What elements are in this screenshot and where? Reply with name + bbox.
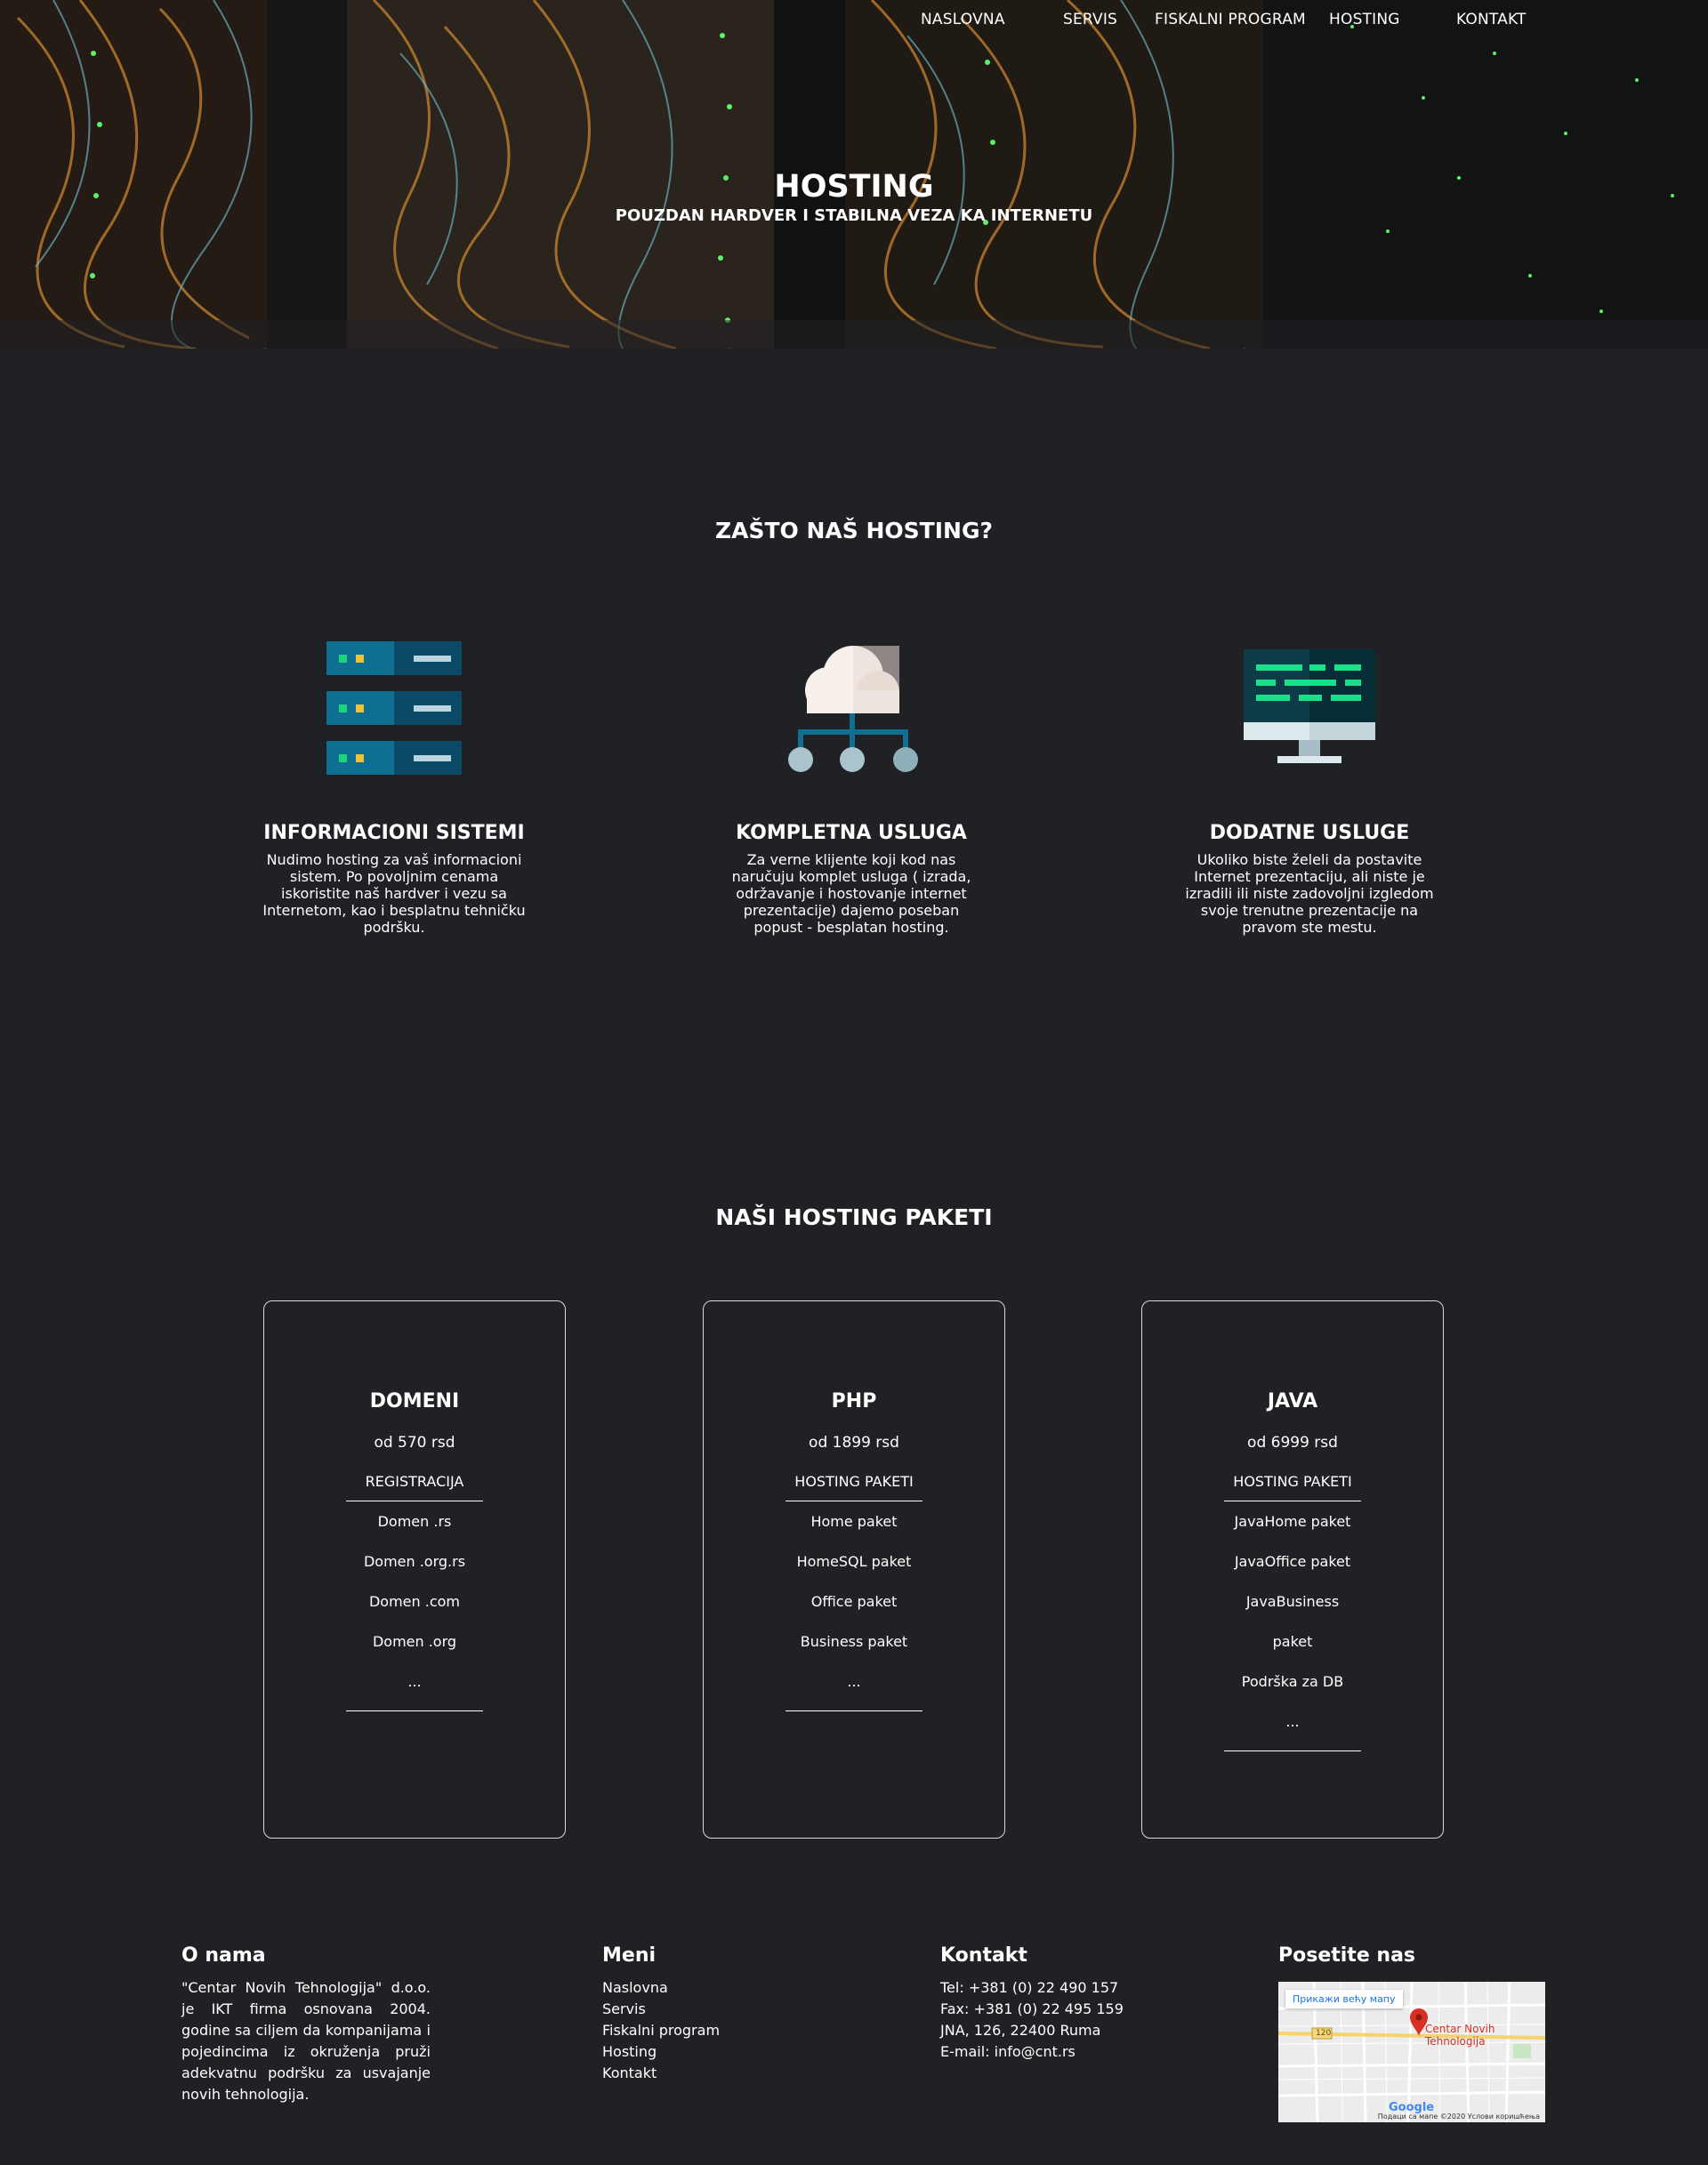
server-rack-icon <box>326 641 462 775</box>
feature-title: KOMPLETNA USLUGA <box>736 822 967 844</box>
list-item: Domen .rs <box>377 1513 452 1530</box>
map-road-number: 120 <box>1316 2029 1332 2038</box>
package-category: REGISTRACIJA <box>346 1473 483 1501</box>
footer-link-fiskalni-program[interactable]: Fiskalni program <box>602 2020 720 2041</box>
footer-visit: Posetite nas <box>1278 1944 1415 1977</box>
nav-link-servis[interactable]: SERVIS <box>1063 11 1117 28</box>
footer-about-text: "Centar Novih Tehnologija" d.o.o. je IKT… <box>181 1979 431 2103</box>
map-larger-button[interactable]: Прикажи већу мапу <box>1285 1990 1403 2008</box>
feature-text: Ukoliko biste želeli da postavite Intern… <box>1185 851 1434 936</box>
package-card-java: JAVA od 6999 rsd HOSTING PAKETI JavaHome… <box>1141 1300 1444 1839</box>
list-item: Domen .com <box>368 1593 461 1610</box>
feature-text: Nudimo hosting za vaš informacioni siste… <box>262 851 526 936</box>
list-item: HomeSQL paket <box>796 1553 912 1570</box>
package-price: od 6999 rsd <box>1247 1434 1338 1452</box>
package-items: JavaHome paket JavaOffice paket JavaBusi… <box>1224 1501 1361 1751</box>
list-item: Domen .org.rs <box>363 1553 466 1570</box>
list-item: Office paket <box>810 1593 898 1610</box>
nav-link-hosting[interactable]: HOSTING <box>1329 11 1400 28</box>
contact-email: E-mail: info@cnt.rs <box>940 2043 1076 2060</box>
package-items: Domen .rs Domen .org.rs Domen .com Domen… <box>346 1501 483 1711</box>
list-item: JavaBusiness <box>1245 1593 1340 1610</box>
map-credit: Подаци са мапе ©2020 Услови коришћења <box>1377 2113 1540 2121</box>
contact-phone: Tel: +381 (0) 22 490 157 <box>940 1979 1119 1996</box>
list-item: JavaHome paket <box>1234 1513 1351 1530</box>
packages-section-title: NAŠI HOSTING PAKETI <box>715 1204 993 1230</box>
why-section-title: ZAŠTO NAŠ HOSTING? <box>715 518 993 543</box>
cloud-network-icon <box>788 646 918 772</box>
feature-kompletna-usluga: KOMPLETNA USLUGA Za verne klijente koji … <box>709 639 994 936</box>
page-title: HOSTING <box>774 169 934 205</box>
package-title: JAVA <box>1267 1390 1318 1412</box>
contact-fax: Fax: +381 (0) 22 495 159 <box>940 2000 1124 2017</box>
footer-link-hosting[interactable]: Hosting <box>602 2041 720 2063</box>
package-items: Home paket HomeSQL paket Office paket Bu… <box>786 1501 922 1711</box>
list-item: ... <box>407 1673 422 1690</box>
main-nav: NASLOVNA SERVIS FISKALNI PROGRAM HOSTING… <box>0 11 1708 32</box>
list-item: ... <box>1285 1713 1300 1730</box>
package-category: HOSTING PAKETI <box>786 1473 922 1501</box>
package-card-php: PHP od 1899 rsd HOSTING PAKETI Home pake… <box>703 1300 1005 1839</box>
feature-title: DODATNE USLUGE <box>1209 822 1410 844</box>
page-subtitle: POUZDAN HARDVER I STABILNA VEZA KA INTER… <box>615 206 1093 225</box>
footer-about: O nama "Centar Novih Tehnologija" d.o.o.… <box>181 1944 431 2105</box>
feature-informacioni-sistemi: INFORMACIONI SISTEMI Nudimo hosting za v… <box>252 639 536 936</box>
footer-link-naslovna[interactable]: Naslovna <box>602 1977 720 1999</box>
feature-dodatne-usluge: DODATNE USLUGE Ukoliko biste želeli da p… <box>1167 639 1452 936</box>
footer-menu: Meni Naslovna Servis Fiskalni program Ho… <box>602 1944 720 2084</box>
package-title: DOMENI <box>369 1390 460 1412</box>
location-map[interactable]: Прикажи већу мапу 120 Centar Novih Tehno… <box>1278 1982 1545 2122</box>
package-price: od 570 rsd <box>374 1434 455 1452</box>
map-place-label: Centar Novih Tehnologija <box>1425 2023 1495 2048</box>
footer-about-title: O nama <box>181 1944 266 1967</box>
footer-contact-title: Kontakt <box>940 1944 1027 1967</box>
list-item: Podrška za DB <box>1241 1673 1344 1690</box>
list-item: JavaOffice paket <box>1234 1553 1351 1570</box>
list-item: ... <box>847 1673 861 1690</box>
feature-title: INFORMACIONI SISTEMI <box>263 822 525 844</box>
package-card-domeni: DOMENI od 570 rsd REGISTRACIJA Domen .rs… <box>263 1300 566 1839</box>
footer-contact: Kontakt Tel: +381 (0) 22 490 157 Fax: +3… <box>940 1944 1124 2063</box>
list-item: Home paket <box>810 1513 898 1530</box>
list-item: paket <box>1272 1633 1313 1650</box>
nav-link-fiskalni-program[interactable]: FISKALNI PROGRAM <box>1155 11 1306 28</box>
package-category: HOSTING PAKETI <box>1224 1473 1361 1501</box>
footer-visit-title: Posetite nas <box>1278 1944 1416 1967</box>
footer-menu-title: Meni <box>602 1944 657 1967</box>
footer-link-kontakt[interactable]: Kontakt <box>602 2063 720 2084</box>
nav-link-naslovna[interactable]: NASLOVNA <box>921 11 1005 28</box>
footer-link-servis[interactable]: Servis <box>602 1999 720 2020</box>
nav-link-kontakt[interactable]: KONTAKT <box>1456 11 1527 28</box>
hero-banner: NASLOVNA SERVIS FISKALNI PROGRAM HOSTING… <box>0 0 1708 349</box>
monitor-code-icon <box>1244 649 1375 763</box>
feature-text: Za verne klijente koji kod nas naručuju … <box>731 851 971 936</box>
contact-address: JNA, 126, 22400 Ruma <box>940 2022 1101 2039</box>
list-item: Business paket <box>800 1633 908 1650</box>
package-title: PHP <box>831 1390 877 1412</box>
list-item: Domen .org <box>372 1633 457 1650</box>
package-price: od 1899 rsd <box>809 1434 899 1452</box>
